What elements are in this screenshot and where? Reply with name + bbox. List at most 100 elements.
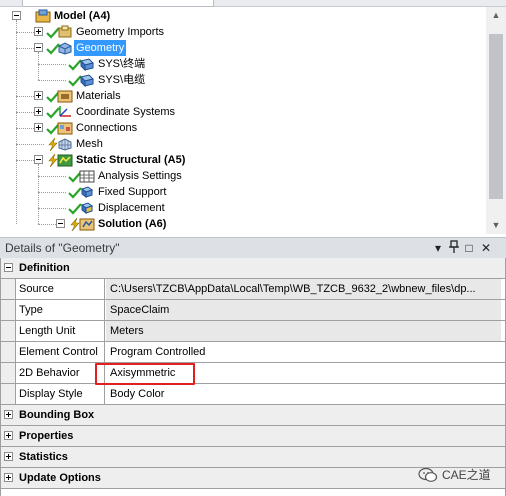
property-gutter [1,384,16,404]
expand-icon[interactable] [4,410,13,419]
pin-icon[interactable] [447,240,461,256]
tree-node[interactable]: Geometry Imports [0,24,486,40]
watermark-text: CAE之道 [442,468,491,482]
tree-node[interactable]: Solution (A6) [0,216,486,232]
wechat-icon [418,467,438,482]
body-icon [79,57,95,72]
connections-icon [57,121,73,135]
collapse-icon[interactable] [34,43,43,52]
property-value[interactable]: Program Controlled [106,342,501,362]
tree-node-label: SYS\电缆 [98,74,146,86]
collapse-icon[interactable] [4,263,13,272]
scroll-down-arrow-icon[interactable]: ▼ [486,217,506,234]
close-icon[interactable]: ✕ [479,240,493,256]
outline-tree: Model (A4) Geometry Imports Geometry SYS\终端… [0,7,486,234]
property-row[interactable]: 2D Behavior Axisymmetric [1,363,505,384]
scroll-up-arrow-icon[interactable]: ▲ [486,7,506,24]
category-header[interactable]: Statistics [1,447,505,468]
expand-icon[interactable] [34,123,43,132]
category-label: Properties [19,430,74,442]
category-header[interactable]: Properties [1,426,505,447]
tree-node-label: Static Structural (A5) [76,154,186,166]
highlight-annotation-box [95,363,195,385]
static-structural-icon [57,153,73,167]
property-gutter [1,279,16,299]
tree-node[interactable]: Fixed Support [0,184,486,200]
tree-node[interactable]: Coordinate Systems [0,104,486,120]
geometry-imports-icon [57,25,73,39]
expand-icon[interactable] [34,107,43,116]
expand-icon[interactable] [4,431,13,440]
property-name: 2D Behavior [16,363,105,383]
expand-icon[interactable] [4,473,13,482]
property-row[interactable]: Element Control Program Controlled [1,342,505,363]
property-name: Element Control [16,342,105,362]
tree-node-label: Fixed Support [98,186,167,198]
tree-node-label: Model (A4) [54,10,111,22]
tree-node-label: Coordinate Systems [76,106,176,118]
tree-node[interactable]: Displacement [0,200,486,216]
tree-node[interactable]: SYS\电缆 [0,72,486,88]
property-name: Type [16,300,105,320]
category-label: Statistics [19,451,68,463]
property-row[interactable]: Display Style Body Color [1,384,505,405]
geometry-icon [57,41,73,55]
expand-icon[interactable] [34,27,43,36]
dock-icon[interactable]: □ [462,240,476,256]
tree-node-label: Geometry Imports [76,26,165,38]
property-name: Display Style [16,384,105,404]
collapse-icon[interactable] [56,219,65,228]
tree-node-label: Analysis Settings [98,170,182,182]
tree-scrollbar[interactable]: ▲ ▼ [486,7,506,234]
tree-node[interactable]: Model (A4) [0,8,486,24]
property-name: Length Unit [16,321,105,341]
category-header[interactable]: Bounding Box [1,405,505,426]
expand-icon[interactable] [34,91,43,100]
fixed-support-icon [79,185,95,199]
property-value: SpaceClaim [106,300,501,320]
tree-node-label: Displacement [98,202,165,214]
tree-node-label: Solution (A6) [98,218,167,230]
property-gutter [1,342,16,362]
tree-node[interactable]: Static Structural (A5) [0,152,486,168]
property-row[interactable]: Type SpaceClaim [1,300,505,321]
model-icon [35,9,51,23]
property-value: C:\Users\TZCB\AppData\Local\Temp\WB_TZCB… [106,279,501,299]
tree-node[interactable]: Analysis Settings [0,168,486,184]
collapse-icon[interactable] [12,11,21,20]
tree-node[interactable]: Connections [0,120,486,136]
tab-outline[interactable] [22,0,214,7]
tree-node[interactable]: Geometry [0,40,486,56]
property-value: Meters [106,321,501,341]
collapse-icon[interactable] [34,155,43,164]
mesh-icon [57,137,73,151]
tree-node-label: SYS\终端 [98,58,146,70]
details-panel-header: Details of "Geometry" ▾ □ ✕ [0,237,506,259]
tree-node[interactable]: SYS\终端 [0,56,486,72]
tree-node-label: Geometry [74,40,127,56]
tab-strip [0,0,506,7]
expand-icon[interactable] [4,452,13,461]
body-icon [79,73,95,88]
category-label: Update Options [19,472,101,484]
panel-menu-icon[interactable]: ▾ [431,240,445,256]
category-label: Definition [19,262,70,274]
coordinate-systems-icon [57,105,73,119]
property-value[interactable]: Body Color [106,384,501,404]
property-row[interactable]: Source C:\Users\TZCB\AppData\Local\Temp\W… [1,279,505,300]
category-label: Bounding Box [19,409,95,421]
property-gutter [1,321,16,341]
scroll-thumb[interactable] [489,34,503,199]
tree-node[interactable]: Mesh [0,136,486,152]
tree-node-label: Materials [76,90,121,102]
category-header[interactable]: Definition [1,258,505,279]
property-gutter [1,363,16,383]
property-name: Source [16,279,105,299]
details-grid: Definition Source C:\Users\TZCB\AppData\Lo… [0,258,506,496]
displacement-icon [79,201,95,215]
property-row[interactable]: Length Unit Meters [1,321,505,342]
tree-node[interactable]: Materials [0,88,486,104]
property-gutter [1,300,16,320]
materials-icon [57,89,73,103]
solution-icon [79,217,95,231]
